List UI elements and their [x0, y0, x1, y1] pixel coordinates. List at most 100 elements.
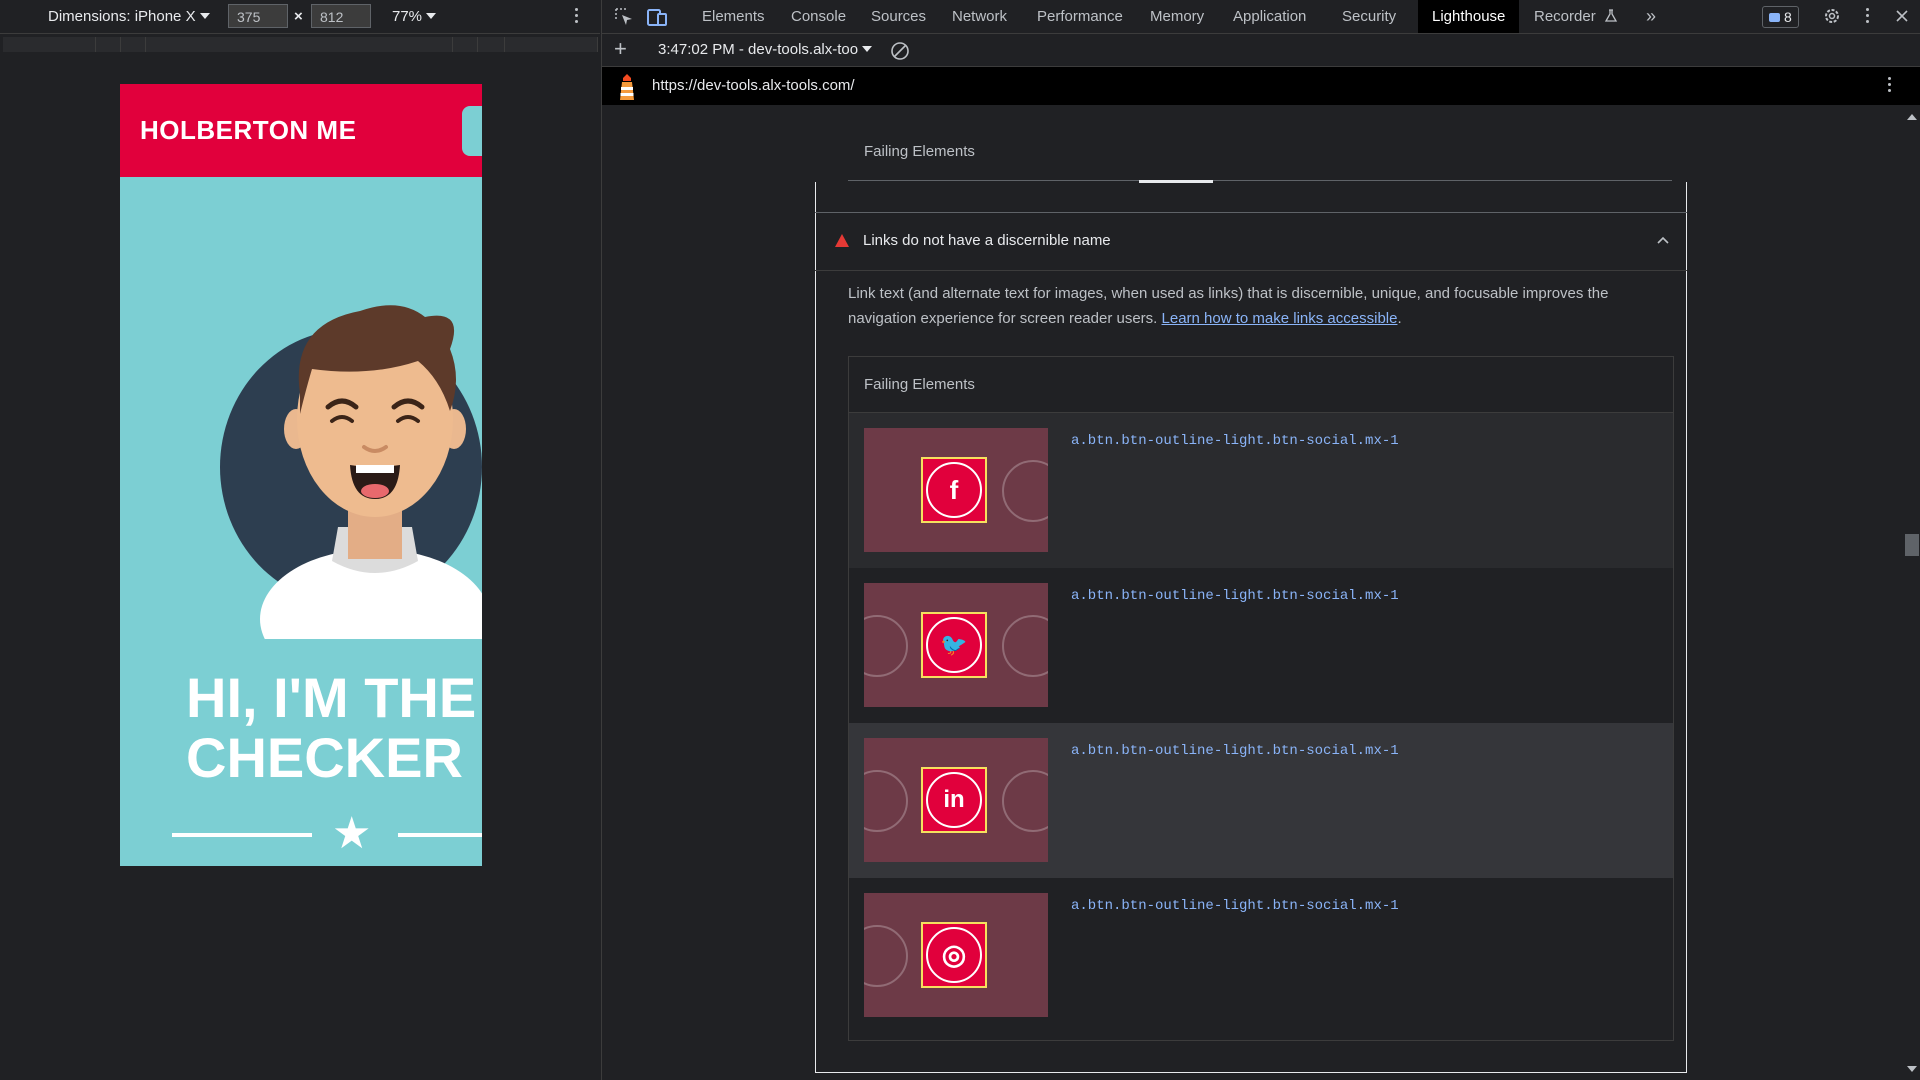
chevron-up-icon[interactable]	[1657, 236, 1669, 244]
dribbble-icon: ◎	[926, 927, 982, 983]
divider-line	[172, 833, 312, 837]
element-screenshot: f	[864, 428, 1048, 552]
highlight-box: in	[921, 767, 987, 833]
zoom-label: 77%	[392, 8, 423, 25]
scroll-up-icon[interactable]	[1907, 114, 1917, 120]
chevron-down-icon	[426, 13, 437, 19]
table-row[interactable]: in a.btn.btn-outline-light.btn-social.mx…	[849, 723, 1673, 878]
tab-console[interactable]: Console	[791, 0, 846, 33]
linkedin-icon	[1002, 615, 1048, 677]
twitter-icon	[1002, 460, 1048, 522]
width-input[interactable]: 375	[228, 4, 288, 28]
media-query-segment[interactable]	[478, 37, 505, 52]
dimensions-label: Dimensions: iPhone X	[48, 8, 196, 25]
clear-icon[interactable]	[890, 41, 910, 61]
dimensions-dropdown[interactable]: Dimensions: iPhone X	[48, 8, 210, 25]
linkedin-icon	[864, 925, 908, 987]
chevron-down-icon	[199, 13, 210, 19]
flask-icon	[1604, 9, 1617, 22]
audit-title: Links do not have a discernible name	[863, 232, 1111, 249]
more-tabs-icon[interactable]: »	[1646, 0, 1656, 33]
report-selector[interactable]: 3:47:02 PM - dev-tools.alx-too	[658, 41, 873, 58]
element-selector[interactable]: a.btn.btn-outline-light.btn-social.mx-1	[1071, 588, 1399, 604]
table-row[interactable]: 🐦 a.btn.btn-outline-light.btn-social.mx-…	[849, 568, 1673, 723]
facebook-icon	[864, 615, 908, 677]
element-screenshot: ◎	[864, 893, 1048, 1017]
star-icon: ★	[332, 809, 372, 858]
tab-performance[interactable]: Performance	[1037, 0, 1123, 33]
highlight-box: f	[921, 457, 987, 523]
report-menu-icon[interactable]	[1888, 77, 1892, 95]
more-options-icon[interactable]	[575, 8, 579, 26]
hero-title: HI, I'M THE CHECKER	[186, 666, 477, 789]
close-icon[interactable]	[1895, 9, 1909, 23]
element-selector[interactable]: a.btn.btn-outline-light.btn-social.mx-1	[1071, 433, 1399, 449]
element-selector[interactable]: a.btn.btn-outline-light.btn-social.mx-1	[1071, 898, 1399, 914]
element-screenshot: in	[864, 738, 1048, 862]
device-toolbar-toggle-icon[interactable]	[646, 7, 668, 27]
scroll-down-icon[interactable]	[1907, 1066, 1917, 1072]
tab-security[interactable]: Security	[1342, 0, 1396, 33]
height-input[interactable]: 812	[311, 4, 371, 28]
message-icon	[1769, 13, 1780, 22]
media-query-segment[interactable]	[121, 37, 146, 52]
lighthouse-logo-icon	[620, 74, 634, 100]
table-header: Failing Elements	[849, 357, 1673, 413]
new-report-button[interactable]: +	[614, 36, 627, 62]
learn-more-link[interactable]: Learn how to make links accessible	[1162, 310, 1398, 327]
tab-network[interactable]: Network	[952, 0, 1007, 33]
customize-devtools-icon[interactable]	[1866, 8, 1870, 26]
element-selector[interactable]: a.btn.btn-outline-light.btn-social.mx-1	[1071, 743, 1399, 759]
settings-gear-icon[interactable]	[1822, 6, 1842, 26]
table-row[interactable]: ◎ a.btn.btn-outline-light.btn-social.mx-…	[849, 878, 1673, 1033]
issues-count: 8	[1784, 9, 1792, 25]
issues-counter[interactable]: 8	[1762, 6, 1799, 28]
linkedin-icon: in	[926, 772, 982, 828]
media-query-segment[interactable]	[96, 37, 121, 52]
zoom-dropdown[interactable]: 77%	[392, 8, 437, 25]
report-scrollbar[interactable]	[1902, 106, 1920, 1080]
media-query-segment[interactable]	[453, 37, 478, 52]
table-row[interactable]: f a.btn.btn-outline-light.btn-social.mx-…	[849, 413, 1673, 568]
device-toolbar: Dimensions: iPhone X 375 × 812 77%	[0, 0, 600, 34]
media-query-segment[interactable]	[3, 37, 96, 52]
lighthouse-toolbar: + 3:47:02 PM - dev-tools.alx-too	[602, 34, 1920, 67]
report-url[interactable]: https://dev-tools.alx-tools.com/	[652, 77, 855, 94]
audit-border-right	[1686, 182, 1687, 1072]
report-selector-label: 3:47:02 PM - dev-tools.alx-too	[658, 41, 859, 58]
fail-triangle-icon	[835, 234, 849, 247]
table-header-label: Failing Elements	[864, 376, 975, 393]
menu-toggle-button[interactable]	[462, 106, 482, 156]
tab-application[interactable]: Application	[1233, 0, 1306, 33]
tab-recorder-label: Recorder	[1534, 8, 1596, 25]
device-pane: Dimensions: iPhone X 375 × 812 77% HOLBE…	[0, 0, 600, 1080]
scroll-thumb[interactable]	[1905, 534, 1919, 556]
tab-lighthouse[interactable]: Lighthouse	[1418, 0, 1520, 33]
devtools-tabbar: Elements Console Sources Network Perform…	[602, 0, 1920, 34]
tab-memory[interactable]: Memory	[1150, 0, 1204, 33]
inspect-element-icon[interactable]	[614, 7, 634, 27]
device-viewport: HOLBERTON ME HI, I'M THE CHECKER ★	[120, 84, 482, 866]
chevron-down-icon	[862, 46, 873, 52]
media-query-segment[interactable]	[505, 37, 598, 52]
audit-border-bottom	[815, 1072, 1687, 1073]
failing-elements-heading-prev: Failing Elements	[864, 143, 975, 160]
audit-border-left	[815, 182, 816, 1072]
tab-sources[interactable]: Sources	[871, 0, 926, 33]
report-url-bar: https://dev-tools.alx-tools.com/	[602, 67, 1920, 105]
dribbble-icon	[1002, 770, 1048, 832]
tab-recorder[interactable]: Recorder	[1534, 0, 1618, 33]
media-query-segment[interactable]	[146, 37, 453, 52]
devtools-panel: Elements Console Sources Network Perform…	[601, 0, 1920, 1080]
audit-header[interactable]: Links do not have a discernible name	[815, 213, 1687, 271]
scroll-indicator	[1139, 180, 1213, 183]
audit-description-period: .	[1397, 310, 1402, 327]
twitter-icon	[864, 770, 908, 832]
highlight-box: ◎	[921, 922, 987, 988]
site-brand[interactable]: HOLBERTON ME	[140, 115, 356, 146]
facebook-icon: f	[926, 462, 982, 518]
times-sign: ×	[294, 8, 303, 25]
tab-elements[interactable]: Elements	[702, 0, 765, 33]
failing-elements-table: Failing Elements f a.btn.btn-outline-lig…	[848, 356, 1674, 1041]
element-screenshot: 🐦	[864, 583, 1048, 707]
